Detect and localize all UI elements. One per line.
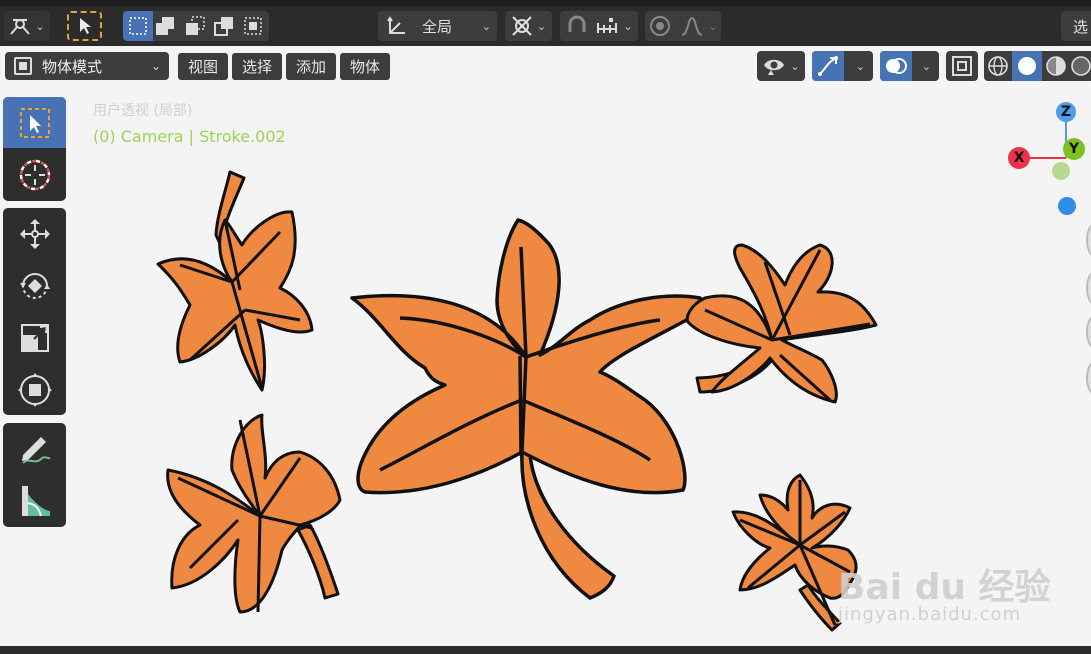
gizmo-z-axis[interactable]: Z (1056, 102, 1076, 122)
gizmo-neg-z-axis[interactable] (1058, 197, 1076, 215)
watermark-logo: Bai du 经验 (838, 567, 1051, 608)
status-strip (0, 646, 1091, 654)
top-right-leaf (685, 243, 878, 404)
large-leaf (350, 218, 704, 600)
gizmo-neg-y-axis[interactable] (1052, 162, 1070, 180)
top-left-leaf (156, 170, 314, 392)
watermark-url: jingyan.baidu.com (838, 604, 1022, 625)
gizmo-x-axis[interactable]: X (1008, 147, 1030, 169)
bottom-left-leaf (166, 413, 342, 614)
blender-window: ⌄ 全局 ⌄ ⌄ ⌄ ⌄ 选 物体模式 ⌄ 视图 选择 添加 物体 ⌄ ⌄ ⌄ … (0, 0, 1091, 654)
gizmo-y-axis[interactable]: Y (1063, 138, 1085, 160)
grease-pencil-drawing (156, 170, 878, 632)
